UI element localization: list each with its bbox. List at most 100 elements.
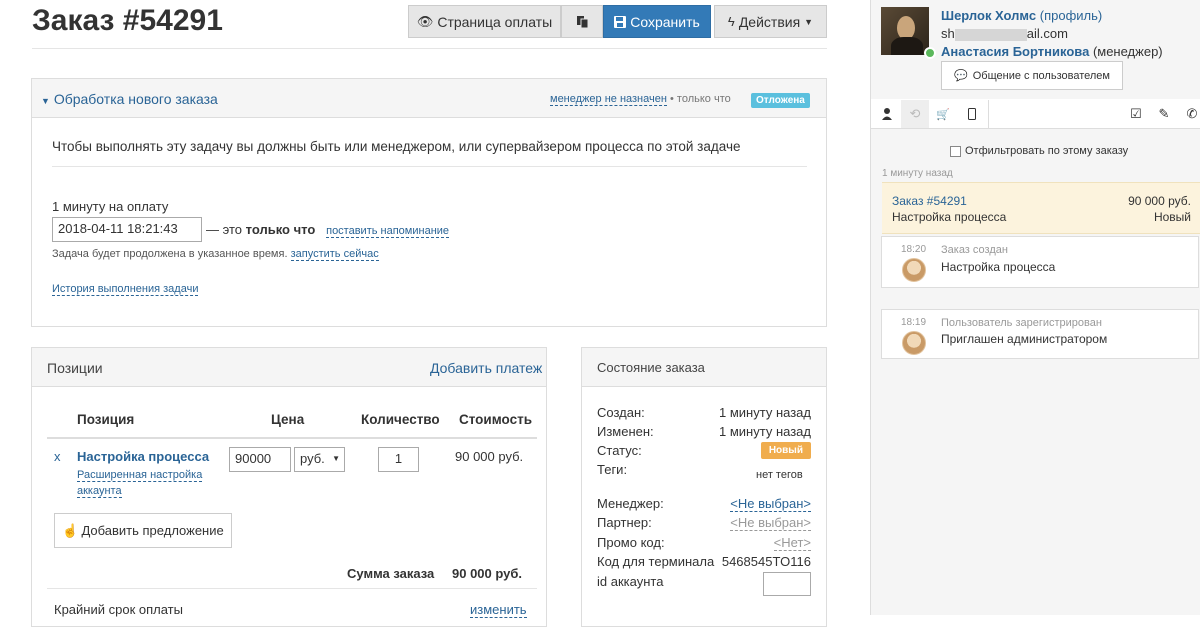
sum-label: Сумма заказа bbox=[347, 566, 435, 581]
page-title: Заказ #54291 bbox=[32, 4, 223, 37]
deadline-input[interactable]: 2018-04-11 18:21:43 bbox=[52, 217, 202, 242]
caret-down-icon: ▼ bbox=[332, 454, 340, 463]
comments-icon: 💬 bbox=[954, 70, 968, 82]
payment-page-button[interactable]: 👁 Страница оплаты bbox=[408, 5, 561, 38]
manager-select-link[interactable]: <Не выбран> bbox=[730, 496, 811, 512]
email-redacted bbox=[954, 28, 1027, 41]
tab-edit[interactable]: ✎ bbox=[1150, 100, 1178, 128]
cart-icon: 🛒 bbox=[936, 108, 950, 121]
event-card: 18:20 Заказ создан Настройка процесса bbox=[881, 236, 1199, 288]
order-card[interactable]: Заказ #54291 90 000 руб. Настройка проце… bbox=[882, 182, 1200, 234]
user-name-link[interactable]: Шерлок Холмс bbox=[941, 8, 1036, 23]
mobile-icon bbox=[968, 108, 976, 120]
event-time: 18:19 bbox=[901, 317, 927, 328]
filter-by-order[interactable]: Отфильтровать по этому заказу bbox=[950, 145, 1128, 157]
tab-phone[interactable]: ✆ bbox=[1178, 100, 1200, 128]
manager-name-link[interactable]: Анастасия Бортникова bbox=[941, 44, 1089, 59]
col-quantity: Количество bbox=[361, 412, 440, 427]
tab-tasks[interactable]: ☑ bbox=[1122, 100, 1150, 128]
add-offer-label: Добавить предложение bbox=[81, 523, 224, 538]
item-name-link[interactable]: Настройка процесса bbox=[77, 449, 209, 464]
currency-value: руб. bbox=[300, 451, 325, 466]
header-divider bbox=[32, 48, 827, 49]
filter-checkbox[interactable] bbox=[950, 145, 961, 157]
caret-down-icon: ▼ bbox=[804, 16, 814, 27]
task-panel: ▼ Обработка нового заказа менеджер не на… bbox=[31, 78, 827, 327]
order-card-amount: 90 000 руб. bbox=[1128, 194, 1191, 208]
promo-label: Промо код: bbox=[597, 535, 665, 550]
remove-item-button[interactable]: x bbox=[54, 449, 61, 464]
manager-role: (менеджер) bbox=[1092, 44, 1163, 59]
item-price-input[interactable]: 90000 bbox=[229, 447, 291, 472]
changed-value: 1 минуту назад bbox=[719, 424, 811, 439]
order-state-title: Состояние заказа bbox=[597, 360, 705, 375]
partner-select-link[interactable]: <Не выбран> bbox=[730, 515, 811, 531]
user-icon bbox=[882, 108, 892, 120]
event-title: Заказ создан bbox=[941, 244, 1008, 256]
created-value: 1 минуту назад bbox=[719, 405, 811, 420]
time-ago: 1 минуту назад bbox=[882, 168, 953, 179]
order-state-panel: Состояние заказа Создан: 1 минуту назад … bbox=[581, 347, 827, 627]
col-price: Цена bbox=[271, 412, 305, 427]
currency-select[interactable]: руб. ▼ bbox=[294, 447, 345, 472]
col-cost: Стоимость bbox=[459, 412, 533, 427]
task-manager-link[interactable]: менеджер не назначен bbox=[550, 93, 667, 106]
account-id-input[interactable] bbox=[763, 572, 811, 596]
change-link[interactable]: изменить bbox=[470, 602, 527, 618]
item-desc-line1[interactable]: Расширенная настройка bbox=[77, 469, 203, 482]
promo-select-link[interactable]: <Нет> bbox=[773, 535, 811, 551]
deadline-relative: только что bbox=[245, 222, 316, 237]
save-button[interactable]: Сохранить bbox=[603, 5, 711, 38]
tab-user[interactable] bbox=[873, 100, 901, 128]
checkbox-icon: ☑ bbox=[1130, 106, 1142, 121]
floppy-icon bbox=[614, 15, 627, 28]
table-head-divider bbox=[47, 437, 537, 439]
eye-icon: 👁 bbox=[416, 13, 434, 29]
terminal-label: Код для терминала bbox=[597, 554, 715, 569]
positions-header: Позиции Добавить платеж bbox=[32, 348, 546, 387]
event-title: Пользователь зарегистрирован bbox=[941, 317, 1102, 329]
history-link[interactable]: История выполнения задачи bbox=[52, 283, 199, 296]
item-qty-input[interactable]: 1 bbox=[378, 447, 419, 472]
add-payment-link[interactable]: Добавить платеж bbox=[430, 360, 542, 376]
order-state-header: Состояние заказа bbox=[582, 348, 826, 387]
status-badge[interactable]: Новый bbox=[760, 442, 811, 459]
sidebar: Шерлок Холмс (профиль) sh ail.com Анастас… bbox=[870, 0, 1200, 615]
add-offer-button[interactable]: ☝ Добавить предложение bbox=[54, 513, 232, 548]
task-divider bbox=[52, 166, 807, 167]
item-desc-line2[interactable]: аккаунта bbox=[77, 485, 122, 498]
save-label: Сохранить bbox=[630, 13, 700, 30]
email-start: sh bbox=[941, 26, 955, 41]
item-total: 90 000 руб. bbox=[455, 449, 524, 464]
tab-cart[interactable]: 🛒 bbox=[929, 100, 957, 128]
filter-label: Отфильтровать по этому заказу bbox=[965, 145, 1129, 157]
reminder-link[interactable]: поставить напоминание bbox=[326, 225, 450, 238]
sum-value: 90 000 руб. bbox=[452, 566, 523, 581]
tab-divider bbox=[988, 100, 989, 129]
email-end: ail.com bbox=[1026, 26, 1068, 41]
chat-button[interactable]: 💬 Общение с пользователем bbox=[941, 61, 1123, 90]
hand-pointer-icon: ☝ bbox=[62, 522, 79, 538]
actions-dropdown-button[interactable]: ϟ Действия ▼ bbox=[714, 5, 827, 38]
tags-label: Теги: bbox=[597, 462, 628, 477]
tab-history[interactable]: ⟲ bbox=[901, 100, 929, 128]
tab-mobile[interactable] bbox=[958, 100, 986, 128]
order-card-title[interactable]: Заказ #54291 bbox=[892, 194, 967, 208]
manager-label: Менеджер: bbox=[597, 496, 664, 511]
terminal-value: 5468545TO116 bbox=[721, 554, 811, 569]
copy-button[interactable] bbox=[561, 5, 603, 38]
flash-icon: ϟ bbox=[727, 14, 735, 29]
deadline-label: 1 минуту на оплату bbox=[52, 199, 169, 214]
run-now-link[interactable]: запустить сейчас bbox=[290, 248, 379, 261]
event-card: 18:19 Пользователь зарегистрирован Пригл… bbox=[881, 309, 1199, 359]
task-title-toggle[interactable]: ▼ Обработка нового заказа bbox=[41, 91, 218, 107]
continue-text: Задача будет продолжена в указанное врем… bbox=[52, 248, 288, 260]
chat-label: Общение с пользователем bbox=[972, 69, 1110, 82]
created-label: Создан: bbox=[597, 405, 645, 420]
add-payment-label: Добавить платеж bbox=[430, 360, 543, 376]
caret-down-icon: ▼ bbox=[41, 96, 50, 106]
profile-link[interactable]: (профиль) bbox=[1040, 8, 1102, 23]
task-notice: Чтобы выполнять эту задачу вы должны быт… bbox=[52, 139, 741, 154]
event-text: Приглашен администратором bbox=[941, 332, 1108, 346]
tags-value[interactable]: нет тегов bbox=[756, 469, 803, 481]
